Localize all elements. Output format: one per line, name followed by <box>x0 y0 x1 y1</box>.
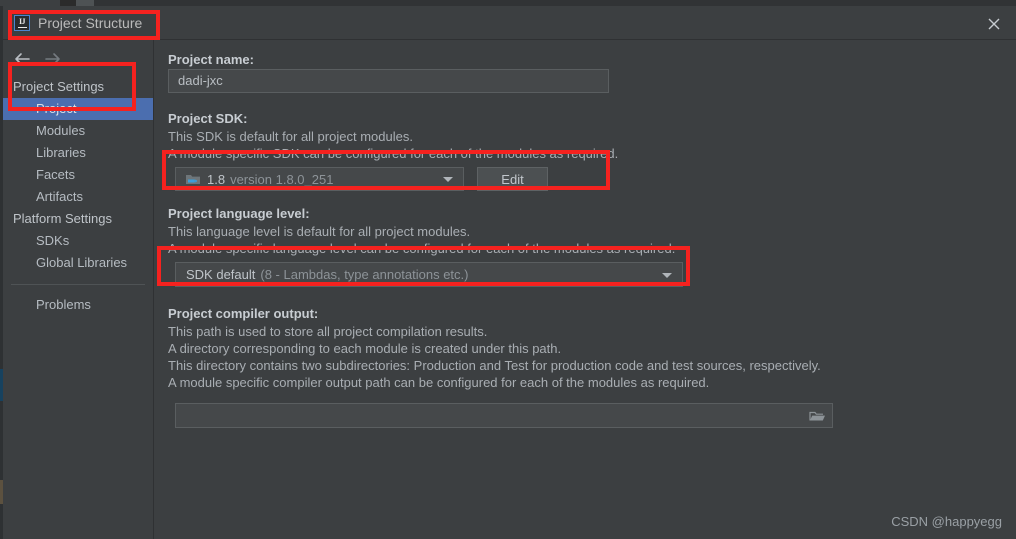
chevron-down-icon[interactable] <box>662 272 672 278</box>
sidebar-item-modules[interactable]: Modules <box>3 120 153 142</box>
project-name-input[interactable]: dadi-jxc <box>168 69 609 93</box>
language-level-dropdown[interactable]: SDK default (8 - Lambdas, type annotatio… <box>175 262 683 287</box>
project-sdk-value-name: 1.8 <box>207 171 226 187</box>
compiler-output-description-line-4: A module specific compiler output path c… <box>168 375 710 390</box>
project-sdk-value: 1.8 version 1.8.0_251 <box>207 168 333 190</box>
project-sdk-label: Project SDK: <box>168 111 248 126</box>
sidebar-item-sdks[interactable]: SDKs <box>3 230 153 252</box>
project-name-label: Project name: <box>168 52 254 67</box>
sidebar-group-project-settings: Project Settings <box>13 79 105 94</box>
navigation-arrows <box>11 48 91 70</box>
project-sdk-description-line-1: This SDK is default for all project modu… <box>168 129 413 144</box>
compiler-output-label: Project compiler output: <box>168 306 319 321</box>
settings-sidebar: Project Settings Project Modules Librari… <box>3 40 154 539</box>
sidebar-item-artifacts[interactable]: Artifacts <box>3 186 153 208</box>
compiler-output-description-line-3: This directory contains two subdirectori… <box>168 358 821 373</box>
arrow-left-icon[interactable] <box>11 48 37 70</box>
sidebar-item-libraries[interactable]: Libraries <box>3 142 153 164</box>
sidebar-group-platform-settings: Platform Settings <box>13 211 112 226</box>
language-level-value-name: SDK default <box>186 267 256 282</box>
project-sdk-dropdown[interactable]: 1.8 version 1.8.0_251 <box>175 167 464 191</box>
sidebar-item-global-libraries[interactable]: Global Libraries <box>3 252 153 274</box>
chevron-down-icon[interactable] <box>443 177 453 182</box>
java-sdk-folder-icon <box>185 172 201 186</box>
folder-browse-icon[interactable] <box>808 409 826 423</box>
project-structure-dialog: IJ Project Structure Project Settings Pr… <box>3 6 1016 539</box>
language-level-value-detail: (8 - Lambdas, type annotations etc.) <box>260 267 469 282</box>
project-sdk-description-line-2: A module specific SDK can be configured … <box>168 146 619 161</box>
dialog-title: Project Structure <box>38 15 143 31</box>
intellij-idea-logo-icon: IJ <box>14 15 30 31</box>
sidebar-item-problems[interactable]: Problems <box>3 294 153 316</box>
edit-sdk-button[interactable]: Edit <box>477 167 548 191</box>
language-level-description-line-1: This language level is default for all p… <box>168 224 471 239</box>
csdn-watermark: CSDN @happyegg <box>891 514 1002 529</box>
project-settings-panel: Project name: dadi-jxc Project SDK: This… <box>155 40 1016 539</box>
compiler-output-input[interactable] <box>175 403 833 428</box>
sidebar-divider <box>11 284 145 285</box>
language-level-value: SDK default (8 - Lambdas, type annotatio… <box>186 263 469 286</box>
sidebar-item-facets[interactable]: Facets <box>3 164 153 186</box>
dialog-titlebar: IJ Project Structure <box>3 6 1016 40</box>
arrow-right-icon[interactable] <box>41 48 67 70</box>
compiler-output-description-line-2: A directory corresponding to each module… <box>168 341 562 356</box>
sidebar-list: Project Settings Project Modules Librari… <box>3 76 153 316</box>
project-sdk-value-detail: version 1.8.0_251 <box>230 171 334 187</box>
language-level-label: Project language level: <box>168 206 310 221</box>
close-icon[interactable] <box>984 14 1004 34</box>
language-level-description-line-2: A module specific language level can be … <box>168 241 676 256</box>
screen-root: IJ Project Structure Project Settings Pr… <box>0 0 1016 539</box>
compiler-output-description-line-1: This path is used to store all project c… <box>168 324 488 339</box>
sidebar-item-project[interactable]: Project <box>3 98 153 120</box>
